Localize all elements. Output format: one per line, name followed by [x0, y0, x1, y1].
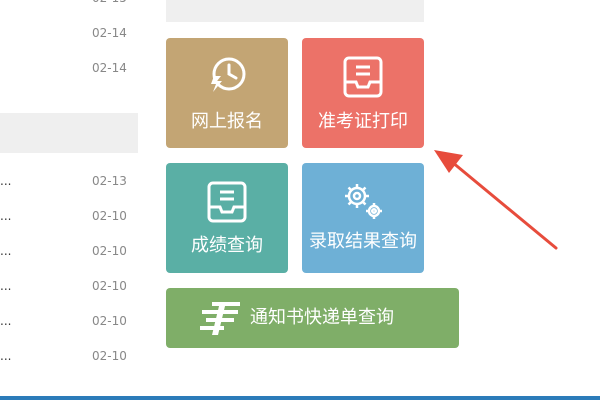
- news-date: 02-10: [92, 314, 127, 328]
- news-title-truncated[interactable]: ...: [0, 174, 14, 188]
- china-post-icon: [200, 302, 240, 335]
- tile-notice-express-query[interactable]: 通知书快递单查询: [166, 288, 459, 348]
- news-list-highlight: [0, 113, 138, 153]
- news-title-truncated[interactable]: ...: [0, 349, 14, 363]
- tile-online-registration[interactable]: 网上报名: [166, 38, 288, 148]
- tile-admission-ticket-print[interactable]: 准考证打印: [302, 38, 424, 148]
- tile-label: 成绩查询: [191, 235, 263, 256]
- news-title-truncated[interactable]: ...: [0, 279, 14, 293]
- news-title-truncated[interactable]: ...: [0, 314, 14, 328]
- news-date: 02-13: [92, 174, 127, 188]
- red-arrow-icon: [434, 150, 558, 250]
- news-date: 02-10: [92, 244, 127, 258]
- news-date: 02-10: [92, 209, 127, 223]
- news-title-truncated[interactable]: ...: [0, 209, 14, 223]
- top-panel: [166, 0, 424, 22]
- news-date: 02-15: [92, 0, 132, 5]
- tile-label: 网上报名: [191, 111, 263, 132]
- document-tray-icon: [207, 181, 247, 223]
- document-tray-icon: [343, 56, 383, 98]
- gears-icon: [345, 184, 382, 219]
- news-date: 02-14: [92, 61, 127, 75]
- tile-label: 准考证打印: [318, 111, 408, 132]
- news-date: 02-10: [92, 349, 127, 363]
- news-title-truncated[interactable]: ...: [0, 244, 14, 258]
- tile-admission-result-query[interactable]: 录取结果查询: [302, 163, 424, 273]
- footer-bar: [0, 396, 600, 400]
- tile-score-query[interactable]: 成绩查询: [166, 163, 288, 273]
- news-date: 02-10: [92, 279, 127, 293]
- tile-label: 通知书快递单查询: [250, 307, 394, 328]
- tile-label: 录取结果查询: [309, 231, 417, 252]
- news-date: 02-14: [92, 26, 127, 40]
- clock-icon: [211, 57, 246, 92]
